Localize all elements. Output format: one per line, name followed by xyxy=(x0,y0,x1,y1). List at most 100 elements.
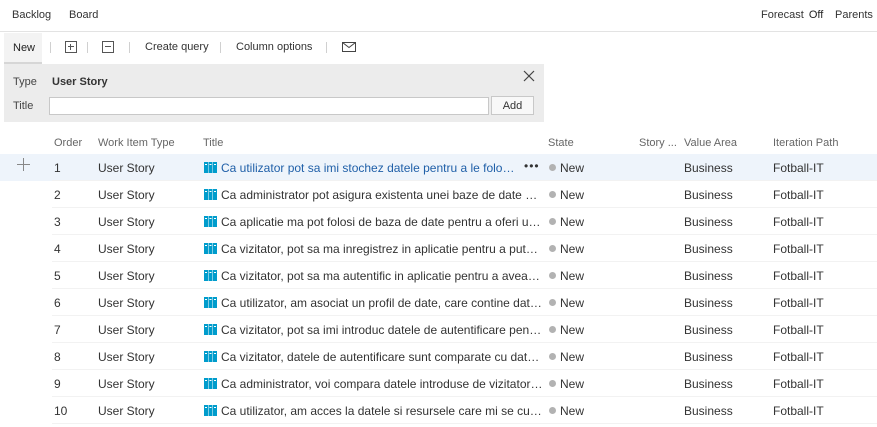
tab-board[interactable]: Board xyxy=(69,9,98,21)
add-button[interactable]: Add xyxy=(491,96,534,115)
user-story-icon xyxy=(204,216,217,227)
table-row[interactable]: 6 User Story Ca utilizator, am asociat un … xyxy=(0,289,877,316)
user-story-icon xyxy=(204,162,217,173)
forecast-label: Forecast xyxy=(761,9,804,21)
cell-title[interactable]: Ca vizitator, pot sa ma autentific in ap… xyxy=(221,269,543,283)
cell-iteration-path: Fotball-IT xyxy=(773,242,824,256)
new-button-label: New xyxy=(13,42,36,54)
more-actions-icon[interactable]: ••• xyxy=(524,159,540,173)
cell-state: New xyxy=(560,242,585,256)
cell-state: New xyxy=(560,404,585,418)
column-header-value-area[interactable]: Value Area xyxy=(684,137,737,149)
cell-work-item-type: User Story xyxy=(98,215,155,229)
cell-value-area: Business xyxy=(684,242,733,256)
table-row[interactable]: 2 User Story Ca administrator pot asigura … xyxy=(0,181,877,208)
top-bar: Backlog Board Forecast Off Parents xyxy=(0,0,877,32)
cell-work-item-type: User Story xyxy=(98,161,155,175)
cell-value-area: Business xyxy=(684,188,733,202)
column-options-button[interactable]: Column options xyxy=(236,41,312,53)
table-row[interactable]: 5 User Story Ca vizitator, pot sa ma auten… xyxy=(0,262,877,289)
tab-backlog[interactable]: Backlog xyxy=(12,9,51,21)
cell-order: 5 xyxy=(54,269,61,283)
close-icon[interactable] xyxy=(523,70,535,82)
cell-state: New xyxy=(560,296,585,310)
cell-title[interactable]: Ca aplicatie ma pot folosi de baza de da… xyxy=(221,215,543,229)
column-header-story-points[interactable]: Story ... xyxy=(639,137,677,149)
state-indicator-icon xyxy=(549,191,556,198)
column-header-iteration-path[interactable]: Iteration Path xyxy=(773,137,838,149)
cell-iteration-path: Fotball-IT xyxy=(773,188,824,202)
email-icon[interactable] xyxy=(342,42,356,52)
cell-value-area: Business xyxy=(684,296,733,310)
state-indicator-icon xyxy=(549,218,556,225)
column-header-work-item-type[interactable]: Work Item Type xyxy=(98,137,175,149)
cell-order: 4 xyxy=(54,242,61,256)
column-header-state[interactable]: State xyxy=(548,137,574,149)
state-indicator-icon xyxy=(549,299,556,306)
user-story-icon xyxy=(204,297,217,308)
title-label: Title xyxy=(13,100,34,112)
cell-title[interactable]: Ca utilizator pot sa imi stochez datele … xyxy=(221,161,517,175)
new-button[interactable]: New xyxy=(4,33,42,64)
row-divider xyxy=(52,423,877,424)
cell-work-item-type: User Story xyxy=(98,188,155,202)
cell-title[interactable]: Ca vizitator, pot sa imi introduc datele… xyxy=(221,323,543,337)
cell-work-item-type: User Story xyxy=(98,269,155,283)
cell-value-area: Business xyxy=(684,404,733,418)
cell-value-area: Business xyxy=(684,350,733,364)
cell-title[interactable]: Ca utilizator, am asociat un profil de d… xyxy=(221,296,543,310)
cell-order: 3 xyxy=(54,215,61,229)
toolbar-separator xyxy=(129,42,130,53)
state-indicator-icon xyxy=(549,272,556,279)
collapse-all-icon[interactable] xyxy=(102,41,114,53)
cell-work-item-type: User Story xyxy=(98,242,155,256)
cell-value-area: Business xyxy=(684,269,733,283)
user-story-icon xyxy=(204,243,217,254)
cell-state: New xyxy=(560,323,585,337)
table-row[interactable]: 7 User Story Ca vizitator, pot sa imi intr… xyxy=(0,316,877,343)
state-indicator-icon xyxy=(549,380,556,387)
cell-iteration-path: Fotball-IT xyxy=(773,161,824,175)
table-row[interactable]: 8 User Story Ca vizitator, datele de auten… xyxy=(0,343,877,370)
cell-work-item-type: User Story xyxy=(98,404,155,418)
cell-title[interactable]: Ca administrator pot asigura existenta u… xyxy=(221,188,543,202)
user-story-icon xyxy=(204,324,217,335)
cell-iteration-path: Fotball-IT xyxy=(773,269,824,283)
expand-all-icon[interactable] xyxy=(65,41,77,53)
parents-toggle[interactable]: Parents xyxy=(835,9,873,21)
cell-title[interactable]: Ca vizitator, pot sa ma inregistrez in a… xyxy=(221,242,543,256)
cell-value-area: Business xyxy=(684,323,733,337)
table-row[interactable]: 3 User Story Ca aplicatie ma pot folosi de… xyxy=(0,208,877,235)
cell-order: 10 xyxy=(54,404,68,418)
table-row[interactable]: 10 User Story Ca utilizator, am acces la d… xyxy=(0,397,877,424)
add-child-icon[interactable] xyxy=(17,158,30,171)
type-value[interactable]: User Story xyxy=(52,76,108,88)
state-indicator-icon xyxy=(549,245,556,252)
column-header-title[interactable]: Title xyxy=(203,137,223,149)
cell-state: New xyxy=(560,377,585,391)
cell-title[interactable]: Ca vizitator, datele de autentificare su… xyxy=(221,350,543,364)
cell-state: New xyxy=(560,350,585,364)
cell-order: 2 xyxy=(54,188,61,202)
cell-title[interactable]: Ca utilizator, am acces la datele si res… xyxy=(221,404,543,418)
forecast-toggle[interactable]: Forecast Off xyxy=(761,9,823,21)
toolbar-separator xyxy=(220,42,221,53)
cell-title[interactable]: Ca administrator, voi compara datele int… xyxy=(221,377,543,391)
create-query-button[interactable]: Create query xyxy=(145,41,209,53)
title-input[interactable] xyxy=(49,97,489,115)
cell-order: 9 xyxy=(54,377,61,391)
state-indicator-icon xyxy=(549,407,556,414)
table-row[interactable]: 4 User Story Ca vizitator, pot sa ma inreg… xyxy=(0,235,877,262)
state-indicator-icon xyxy=(549,326,556,333)
cell-iteration-path: Fotball-IT xyxy=(773,377,824,391)
column-header-order[interactable]: Order xyxy=(54,137,82,149)
table-row[interactable]: 9 User Story Ca administrator, voi compara… xyxy=(0,370,877,397)
table-row[interactable]: 1 User Story Ca utilizator pot sa imi stoc… xyxy=(0,154,877,181)
state-indicator-icon xyxy=(549,353,556,360)
cell-work-item-type: User Story xyxy=(98,377,155,391)
type-label: Type xyxy=(13,76,37,88)
toolbar-separator xyxy=(326,42,327,53)
toolbar-separator xyxy=(87,42,88,53)
user-story-icon xyxy=(204,270,217,281)
state-indicator-icon xyxy=(549,164,556,171)
